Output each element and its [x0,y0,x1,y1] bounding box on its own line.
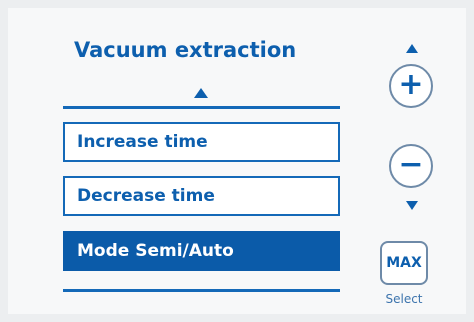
down-arrow-icon [406,201,418,210]
select-label: Select [385,292,423,306]
menu-bottom-divider [63,289,340,292]
minus-button[interactable]: − [389,144,433,188]
menu-top-divider [63,106,340,109]
menu-item-increase-time[interactable]: Increase time [63,122,340,162]
plus-button[interactable]: + [389,64,433,108]
up-arrow-icon [406,44,418,53]
menu-scroll-up-icon[interactable] [194,88,208,98]
panel-title: Vacuum extraction [74,38,297,62]
max-button[interactable]: MAX [380,241,428,285]
menu-item-decrease-time[interactable]: Decrease time [63,176,340,216]
control-panel-screen: Vacuum extraction Increase time Decrease… [8,8,466,314]
menu-item-mode-semi-auto[interactable]: Mode Semi/Auto [63,231,340,271]
